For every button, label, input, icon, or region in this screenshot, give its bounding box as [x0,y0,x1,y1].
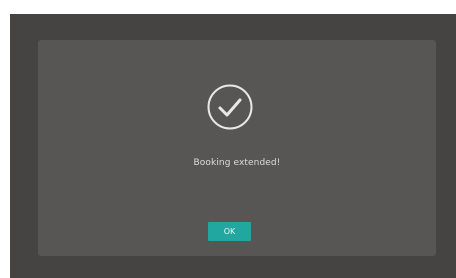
ok-button[interactable]: OK [208,222,251,241]
confirmation-dialog: Booking extended! OK [38,40,436,256]
dialog-message: Booking extended! [193,158,281,168]
app-screen: Booking extended! OK [10,14,456,278]
check-circle-icon [207,84,253,130]
